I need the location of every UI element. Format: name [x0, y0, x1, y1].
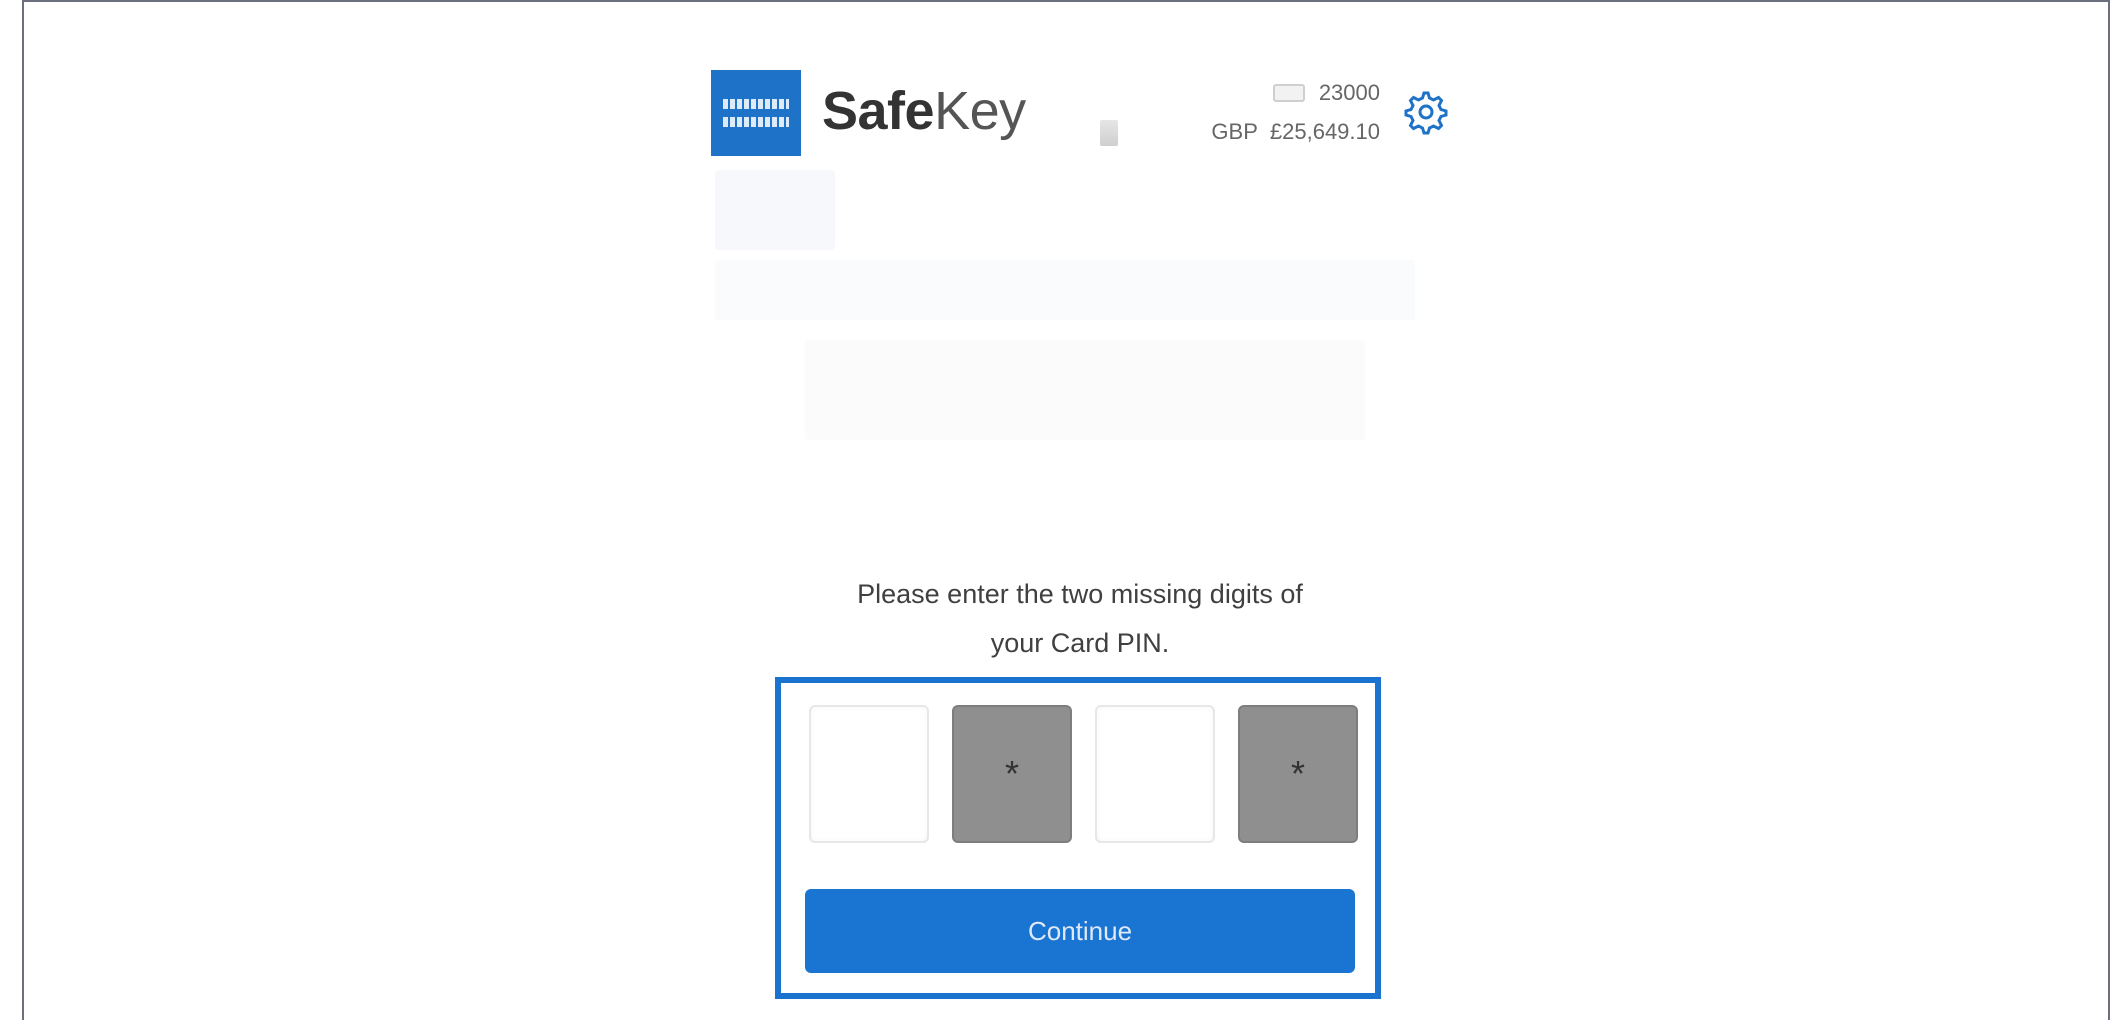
pin-instructions: Please enter the two missing digits of y… — [760, 570, 1400, 668]
ghost-block — [805, 340, 1365, 440]
instruction-line-1: Please enter the two missing digits of — [857, 579, 1303, 609]
instruction-line-2: your Card PIN. — [990, 628, 1170, 658]
ghost-block — [715, 260, 1415, 320]
card-icon — [1272, 84, 1305, 102]
amex-logo-icon — [711, 70, 801, 156]
wallet-icon — [1100, 120, 1118, 146]
gear-icon[interactable] — [1402, 88, 1450, 136]
brand-name-bold: Safe — [822, 81, 935, 141]
pin-digit-3-input[interactable] — [1095, 705, 1215, 843]
brand-name-regular: Key — [934, 81, 1026, 141]
balance-value: £25,649.10 — [1269, 119, 1380, 144]
pin-digit-1-input[interactable] — [809, 705, 929, 843]
currency-code: GBP — [1211, 119, 1258, 144]
points-value: 23000 — [1318, 80, 1380, 105]
pin-input-row: * * — [809, 705, 1359, 845]
pin-digit-4-masked: * — [1238, 705, 1358, 843]
pin-entry-highlight: * * Continue — [775, 677, 1381, 999]
continue-button[interactable]: Continue — [805, 889, 1355, 973]
ghost-block — [715, 170, 835, 250]
account-summary: 23000 GBP £25,649.10 — [1100, 72, 1390, 162]
pin-digit-2-masked: * — [952, 705, 1072, 843]
brand-title: SafeKey — [822, 80, 1026, 142]
